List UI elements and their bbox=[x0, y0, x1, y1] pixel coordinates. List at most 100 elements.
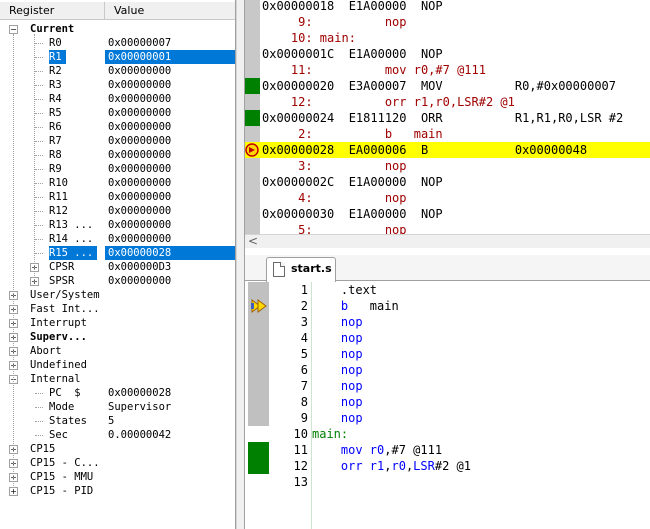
tree-node-internal[interactable]: − Internal bbox=[0, 372, 235, 386]
register-row[interactable]: R9 0x00000000 bbox=[0, 162, 235, 176]
disasm-source-line[interactable]: 11: mov r0,#7 @111 bbox=[245, 62, 650, 78]
editor-tabbar: start.s bbox=[245, 255, 650, 282]
source-line[interactable]: 4 nop bbox=[245, 330, 650, 346]
disasm-source-line[interactable]: 12: orr r1,r0,LSR#2 @1 bbox=[245, 94, 650, 110]
internal-row[interactable]: Sec 0.00000042 bbox=[0, 428, 235, 442]
register-name: CP15 bbox=[30, 443, 56, 455]
source-line[interactable]: 6 nop bbox=[245, 362, 650, 378]
register-value[interactable]: 0x00000000 bbox=[105, 162, 235, 176]
register-row[interactable]: R10 0x00000000 bbox=[0, 176, 235, 190]
col-header-register[interactable]: Register bbox=[0, 2, 105, 20]
register-value[interactable]: 0x00000000 bbox=[105, 106, 235, 120]
tree-node-cp15[interactable]: + CP15 bbox=[0, 442, 235, 456]
internal-row[interactable]: Mode Supervisor bbox=[0, 400, 235, 414]
register-name: SPSR bbox=[49, 275, 75, 287]
register-row[interactable]: R8 0x00000000 bbox=[0, 148, 235, 162]
collapse-icon[interactable]: − bbox=[9, 25, 18, 34]
disasm-instruction-line[interactable]: 0x00000018 E1A00000 NOP bbox=[245, 0, 650, 14]
register-value[interactable]: 0x00000000 bbox=[105, 120, 235, 134]
register-value[interactable]: 0x00000000 bbox=[105, 64, 235, 78]
register-value[interactable]: 0x00000007 bbox=[105, 36, 235, 50]
register-value[interactable]: 0x000000D3 bbox=[105, 260, 235, 274]
register-value[interactable]: 0x00000000 bbox=[105, 232, 235, 246]
register-value[interactable]: 0x00000000 bbox=[105, 92, 235, 106]
disasm-source-line[interactable]: 2: b main bbox=[245, 126, 650, 142]
disasm-source-line[interactable]: 10: main: bbox=[245, 30, 650, 46]
register-value[interactable]: 0x00000000 bbox=[105, 204, 235, 218]
register-row[interactable]: R7 0x00000000 bbox=[0, 134, 235, 148]
source-line[interactable]: 7 nop bbox=[245, 378, 650, 394]
source-line[interactable]: 10 main: bbox=[245, 426, 650, 442]
scroll-left-icon[interactable]: < bbox=[248, 234, 258, 248]
register-row-spsr[interactable]: + SPSR 0x00000000 bbox=[0, 274, 235, 288]
source-line[interactable]: 12 orr r1,r0,LSR#2 @1 bbox=[245, 458, 650, 474]
register-row[interactable]: R4 0x00000000 bbox=[0, 92, 235, 106]
disasm-instruction-line[interactable]: 0x0000002C E1A00000 NOP bbox=[245, 174, 650, 190]
source-line[interactable]: 5 nop bbox=[245, 346, 650, 362]
disasm-source-line[interactable]: 4: nop bbox=[245, 190, 650, 206]
disasm-text: 9: nop bbox=[262, 15, 407, 29]
disasm-source-line[interactable]: 5: nop bbox=[245, 222, 650, 234]
register-value[interactable]: 0x00000028 bbox=[105, 246, 235, 260]
disasm-instruction-line[interactable]: 0x00000020 E3A00007 MOV R0,#0x00000007 bbox=[245, 78, 650, 94]
register-row[interactable]: R14 ... 0x00000000 bbox=[0, 232, 235, 246]
register-row[interactable]: R3 0x00000000 bbox=[0, 78, 235, 92]
col-header-value[interactable]: Value bbox=[105, 2, 235, 20]
disasm-instruction-line[interactable]: 0x00000028 EA000006 B 0x00000048 bbox=[245, 142, 650, 158]
tree-node-mode[interactable]: + Undefined bbox=[0, 358, 235, 372]
disasm-source-line[interactable]: 3: nop bbox=[245, 158, 650, 174]
register-row[interactable]: R2 0x00000000 bbox=[0, 64, 235, 78]
register-row[interactable]: R5 0x00000000 bbox=[0, 106, 235, 120]
internal-row[interactable]: PC $ 0x00000028 bbox=[0, 386, 235, 400]
source-editor[interactable]: 1 .text 2 b main 3 nop 4 nop 5 nop 6 nop 7 nop… bbox=[245, 282, 650, 529]
source-line[interactable]: 11 mov r0,#7 @111 bbox=[245, 442, 650, 458]
register-value[interactable]: 0x00000000 bbox=[105, 134, 235, 148]
register-row[interactable]: R0 0x00000007 bbox=[0, 36, 235, 50]
line-number: 6 bbox=[300, 363, 308, 377]
tree-node-mode[interactable]: + Superv... bbox=[0, 330, 235, 344]
register-row-cpsr[interactable]: + CPSR 0x000000D3 bbox=[0, 260, 235, 274]
source-line[interactable]: 13 bbox=[245, 474, 650, 490]
disasm-source-line[interactable]: 9: nop bbox=[245, 14, 650, 30]
tree-node-cp15[interactable]: + CP15 - C... bbox=[0, 456, 235, 470]
register-value[interactable]: 0x00000000 bbox=[105, 176, 235, 190]
source-line[interactable]: 8 nop bbox=[245, 394, 650, 410]
register-row[interactable]: R6 0x00000000 bbox=[0, 120, 235, 134]
register-value[interactable]: Supervisor bbox=[105, 400, 235, 414]
source-line[interactable]: 1 .text bbox=[245, 282, 650, 298]
register-row[interactable]: R13 ... 0x00000000 bbox=[0, 218, 235, 232]
tree-node-mode[interactable]: + Abort bbox=[0, 344, 235, 358]
disasm-instruction-line[interactable]: 0x00000030 E1A00000 NOP bbox=[245, 206, 650, 222]
register-value[interactable]: 0x00000000 bbox=[105, 274, 235, 288]
register-row[interactable]: R12 0x00000000 bbox=[0, 204, 235, 218]
source-line[interactable]: 2 b main bbox=[245, 298, 650, 314]
code-token: nop bbox=[312, 379, 363, 393]
tab-start-s[interactable]: start.s bbox=[266, 257, 336, 282]
register-value[interactable]: 5 bbox=[105, 414, 235, 428]
expand-icon[interactable]: + bbox=[9, 487, 18, 496]
pane-splitter[interactable] bbox=[236, 0, 245, 529]
register-value[interactable]: 0x00000000 bbox=[105, 190, 235, 204]
tree-node-cp15[interactable]: + CP15 - MMU bbox=[0, 470, 235, 484]
register-row[interactable]: R11 0x00000000 bbox=[0, 190, 235, 204]
register-value[interactable]: 0x00000000 bbox=[105, 218, 235, 232]
tree-node-cp15[interactable]: + CP15 - PID bbox=[0, 484, 235, 498]
register-value[interactable]: 0.00000042 bbox=[105, 428, 235, 442]
register-row[interactable]: R15 ... 0x00000028 bbox=[0, 246, 235, 260]
disasm-instruction-line[interactable]: 0x0000001C E1A00000 NOP bbox=[245, 46, 650, 62]
source-line[interactable]: 9 nop bbox=[245, 410, 650, 426]
register-value[interactable]: 0x00000000 bbox=[105, 78, 235, 92]
register-name: R12 bbox=[49, 205, 68, 217]
internal-row[interactable]: States 5 bbox=[0, 414, 235, 428]
tree-node-mode[interactable]: + Fast Int... bbox=[0, 302, 235, 316]
source-line[interactable]: 3 nop bbox=[245, 314, 650, 330]
tree-node-mode[interactable]: + User/System bbox=[0, 288, 235, 302]
tree-node-mode[interactable]: + Interrupt bbox=[0, 316, 235, 330]
disassembly-hscrollbar[interactable]: < bbox=[245, 234, 650, 248]
register-value[interactable]: 0x00000000 bbox=[105, 148, 235, 162]
register-value[interactable]: 0x00000001 bbox=[105, 50, 235, 64]
register-row[interactable]: R1 0x00000001 bbox=[0, 50, 235, 64]
tree-node-current[interactable]: − Current bbox=[0, 22, 235, 36]
disasm-instruction-line[interactable]: 0x00000024 E1811120 ORR R1,R1,R0,LSR #2 bbox=[245, 110, 650, 126]
register-value[interactable]: 0x00000028 bbox=[105, 386, 235, 400]
